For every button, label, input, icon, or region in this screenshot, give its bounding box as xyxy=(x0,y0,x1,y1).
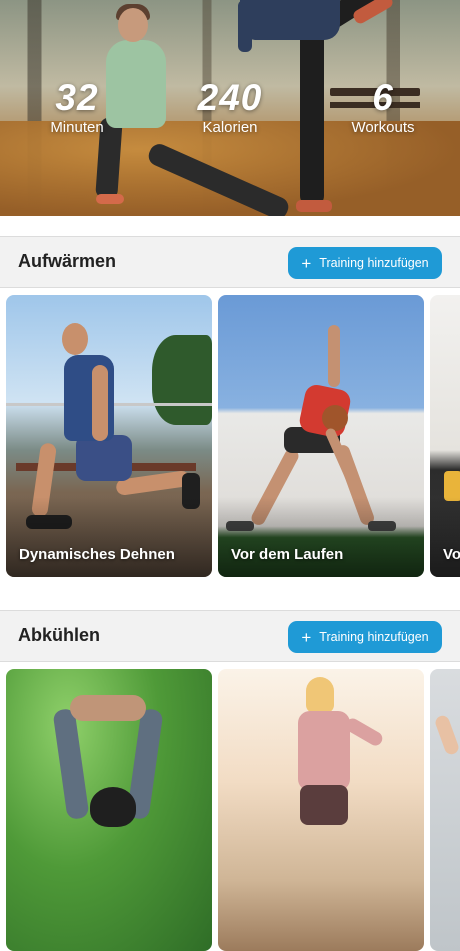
add-training-label: Training hinzufügen xyxy=(319,256,429,270)
section-header-cooldown: Abkühlen + Training hinzufügen xyxy=(0,610,460,662)
stats-row: 32 Minuten 240 Kalorien 6 Workouts xyxy=(0,78,460,140)
stat-minutes: 32 Minuten xyxy=(38,78,116,138)
workout-card-label: Vor dem Laufen xyxy=(231,546,344,563)
section-title: Aufwärmen xyxy=(18,251,117,271)
hero-banner: 32 Minuten 240 Kalorien 6 Workouts xyxy=(0,0,460,216)
workout-card-partial[interactable]: Vo xyxy=(430,295,460,577)
plus-icon: + xyxy=(301,627,312,647)
cooldown-card-2[interactable] xyxy=(218,669,424,951)
stat-label: Minuten xyxy=(50,119,104,136)
stat-label: Kalorien xyxy=(202,119,258,136)
workout-card-before-running[interactable]: Vor dem Laufen xyxy=(218,295,424,577)
workout-card-dynamic-stretch[interactable]: Dynamisches Dehnen xyxy=(6,295,212,577)
cooldown-card-partial[interactable] xyxy=(430,669,460,951)
stat-value: 240 xyxy=(197,77,263,118)
stat-label: Workouts xyxy=(351,119,415,136)
stat-workouts: 6 Workouts xyxy=(340,78,426,138)
cooldown-card-1[interactable] xyxy=(6,669,212,951)
add-training-button[interactable]: + Training hinzufügen xyxy=(288,247,442,279)
workout-card-label: Dynamisches Dehnen xyxy=(19,546,175,563)
stat-value: 32 xyxy=(55,77,99,118)
stat-calories: 240 Kalorien xyxy=(188,78,272,138)
add-training-label: Training hinzufügen xyxy=(319,630,429,644)
section-title: Abkühlen xyxy=(18,625,101,645)
plus-icon: + xyxy=(301,253,312,273)
stat-value: 6 xyxy=(372,77,394,118)
add-training-button[interactable]: + Training hinzufügen xyxy=(288,621,442,653)
workout-card-label: Vo xyxy=(443,546,460,563)
section-header-warmup: Aufwärmen + Training hinzufügen xyxy=(0,236,460,288)
